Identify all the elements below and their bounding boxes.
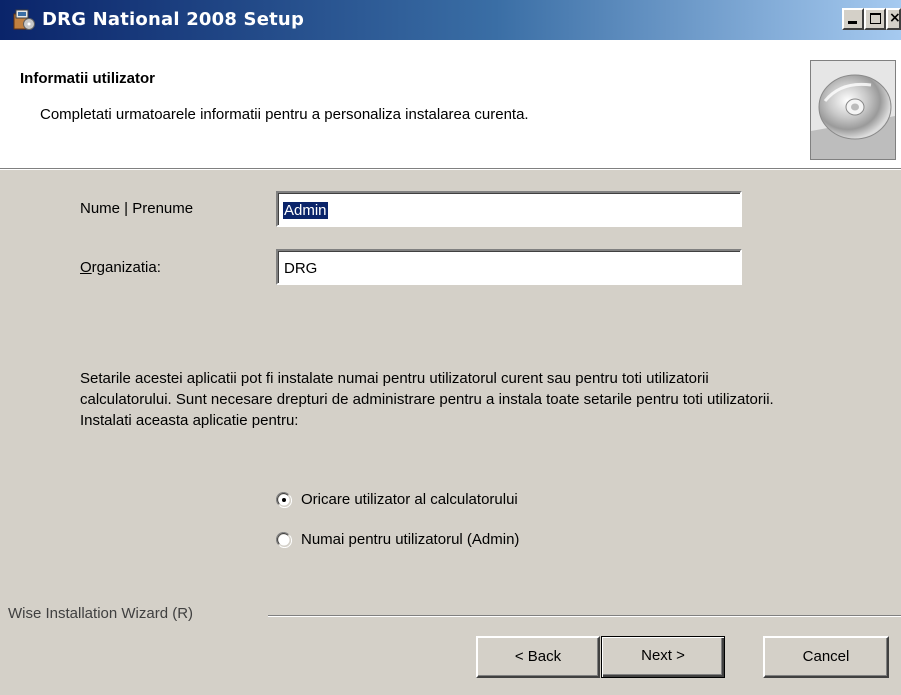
radio-unselected-icon[interactable] (275, 531, 293, 549)
name-field[interactable]: Admin (276, 191, 742, 227)
footer-divider (268, 615, 901, 617)
cd-disc-icon (810, 60, 896, 160)
title-bar[interactable]: DRG National 2008 Setup × (0, 0, 901, 40)
description-line-1: Setarile acestei aplicatii pot fi instal… (80, 370, 709, 387)
minimize-button[interactable] (842, 8, 864, 30)
organization-label-mnemonic: O (80, 259, 92, 276)
setup-window: DRG National 2008 Setup × Informatii uti… (0, 0, 901, 695)
name-label: Nume | Prenume (80, 200, 194, 217)
organization-label: Organizatia: (80, 259, 161, 276)
radio-all-users-label: Oricare utilizator al calculatorului (301, 491, 518, 508)
minimize-icon (848, 21, 857, 24)
window-title: DRG National 2008 Setup (42, 9, 305, 30)
maximize-button[interactable] (864, 8, 886, 30)
back-button[interactable]: < Back (476, 636, 600, 678)
install-scope-description: Setarile acestei aplicatii pot fi instal… (80, 368, 815, 431)
wizard-branding: Wise Installation Wizard (R) (8, 605, 194, 622)
installer-icon (12, 8, 36, 32)
description-line-2: calculatorului. Sunt necesare drepturi d… (80, 391, 774, 429)
radio-selected-icon[interactable] (275, 491, 293, 509)
maximize-icon (870, 13, 881, 24)
radio-current-user-label: Numai pentru utilizatorul (Admin) (301, 531, 520, 548)
close-button[interactable]: × (886, 8, 901, 30)
organization-field[interactable]: DRG (276, 249, 742, 285)
page-subtitle: Completati urmatoarele informatii pentru… (40, 106, 529, 123)
next-button[interactable]: Next > (601, 636, 725, 678)
organization-field-value: DRG (284, 260, 318, 277)
page-title: Informatii utilizator (20, 70, 155, 87)
close-icon: × (889, 10, 901, 26)
cancel-button[interactable]: Cancel (763, 636, 889, 678)
name-field-value: Admin (283, 202, 328, 219)
header-banner: Informatii utilizator Completati urmatoa… (0, 40, 901, 170)
organization-label-text: rganizatia: (91, 259, 161, 276)
